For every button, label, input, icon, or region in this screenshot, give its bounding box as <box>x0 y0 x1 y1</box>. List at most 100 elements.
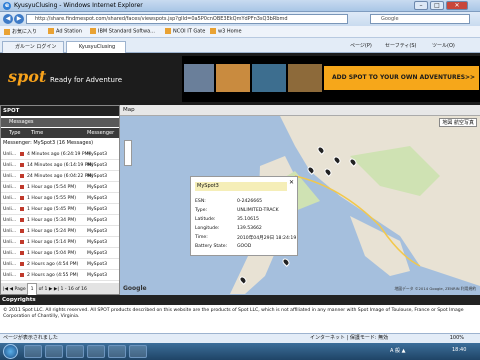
safety-menu[interactable]: セーフティ(S) <box>385 42 416 49</box>
taskbar-app[interactable] <box>66 345 84 358</box>
page-icon <box>165 28 171 34</box>
back-icon[interactable]: ◀ <box>3 14 13 24</box>
page-menu[interactable]: ページ(P) <box>350 42 372 49</box>
table-row[interactable]: Unli... 2 Hours ago (4:54 PM) MySpot3 <box>1 259 119 270</box>
status-icon <box>20 163 24 167</box>
status-icon <box>20 273 24 277</box>
row-messenger: MySpot3 <box>87 229 108 234</box>
popup-value: 35.10615 <box>237 217 259 222</box>
status-icon <box>20 185 24 189</box>
favorite-link[interactable]: IBM Standard Softwa... <box>90 28 155 35</box>
row-messenger: MySpot3 <box>87 273 108 278</box>
table-row[interactable]: Unli... 1 Hour ago (5:34 PM) MySpot3 <box>1 215 119 226</box>
first-page-icon[interactable]: |◀ ◀ <box>3 287 13 292</box>
status-icon <box>20 174 24 178</box>
row-time: 1 Hour ago (5:04 PM) <box>27 251 77 256</box>
tab-kyusyuclusing[interactable]: KyusyuClusing <box>66 41 126 53</box>
ad-photo <box>252 64 286 92</box>
info-popup: ✕ MySpot3 ESN: 0-2426665 Type: UNLIMITED… <box>190 176 298 256</box>
map-terms[interactable]: 地図データ ©2014 Google, ZENRIN 利用規約 <box>395 286 477 292</box>
group-header[interactable]: Messenger: MySpot3 (16 Messages) <box>1 139 119 148</box>
favorite-link[interactable]: NCOI IT Gate <box>165 28 205 35</box>
taskbar-app[interactable] <box>129 345 147 358</box>
map-zoom-control[interactable] <box>124 140 132 166</box>
zone-text: インターネット | 保護モード: 無効 <box>310 335 389 341</box>
search-input[interactable]: Google <box>370 14 470 24</box>
zoom-level[interactable]: 100% <box>450 335 464 341</box>
row-type: Unli... <box>3 163 17 168</box>
status-icon <box>20 196 24 200</box>
row-time: 1 Hour ago (5:34 PM) <box>27 218 77 223</box>
table-row[interactable]: Unli... 4 Minutes ago (6:24:19 PM) MySpot3 <box>1 149 119 160</box>
table-row[interactable]: Unli... 1 Hour ago (5:24 PM) MySpot3 <box>1 226 119 237</box>
panel-title: SPOT <box>1 106 119 116</box>
popup-label: Latitude: <box>195 217 216 222</box>
status-bar: ページが表示されました インターネット | 保護モード: 無効 100% <box>0 333 480 343</box>
row-time: 1 Hour ago (5:55 PM) <box>27 196 77 201</box>
row-messenger: MySpot3 <box>87 174 108 179</box>
favorites-bar: お気に入り Ad Station IBM Standard Softwa... … <box>0 26 480 38</box>
tools-menu[interactable]: ツール(O) <box>432 42 455 49</box>
taskbar-app[interactable] <box>45 345 63 358</box>
col-time[interactable]: Time <box>31 130 43 136</box>
close-button[interactable]: ✕ <box>446 1 468 10</box>
row-messenger: MySpot3 <box>87 196 108 201</box>
title-bar: e KyusyuClusing - Windows Internet Explo… <box>0 0 480 12</box>
map-header: Map <box>120 105 480 116</box>
row-time: 1 Hour ago (5:14 PM) <box>27 240 77 245</box>
table-row[interactable]: Unli... 24 Minutes ago (6:04:22 PM) MySpot… <box>1 171 119 182</box>
row-time: 1 Hour ago (5:54 PM) <box>27 185 77 190</box>
row-type: Unli... <box>3 273 17 278</box>
table-row[interactable]: Unli... 1 Hour ago (5:04 PM) MySpot3 <box>1 248 119 259</box>
map-view[interactable]: 地図 航空写真 ✕ MySpot3 ESN: 0-2426665 Type: U… <box>120 116 480 295</box>
table-row[interactable]: Unli... 14 Minutes ago (6:14:19 PM) MySpot… <box>1 160 119 171</box>
row-time: 14 Minutes ago (6:14:19 PM) <box>27 163 94 168</box>
status-icon <box>20 240 24 244</box>
taskbar-app[interactable] <box>24 345 42 358</box>
row-messenger: MySpot3 <box>87 240 108 245</box>
messages-label: Messages <box>1 118 119 127</box>
row-type: Unli... <box>3 196 17 201</box>
row-messenger: MySpot3 <box>87 152 108 157</box>
table-row[interactable]: Unli... 1 Hour ago (5:45 PM) MySpot3 <box>1 204 119 215</box>
tab-garoon[interactable]: ガルーン ログイン <box>2 41 64 53</box>
favorite-link[interactable]: w3 Home <box>210 28 242 35</box>
spot-logo[interactable]: spot <box>8 67 46 86</box>
table-row[interactable]: Unli... 1 Hour ago (5:54 PM) MySpot3 <box>1 182 119 193</box>
row-messenger: MySpot3 <box>87 207 108 212</box>
row-time: 4 Minutes ago (6:24:19 PM) <box>27 152 91 157</box>
taskbar-app[interactable] <box>108 345 126 358</box>
table-row[interactable]: Unli... 1 Hour ago (5:55 PM) MySpot3 <box>1 193 119 204</box>
status-icon <box>20 229 24 233</box>
col-type[interactable]: Type <box>9 130 20 136</box>
row-time: 2 Hours ago (4:54 PM) <box>27 262 79 267</box>
row-type: Unli... <box>3 240 17 245</box>
start-button[interactable] <box>3 344 18 359</box>
table-row[interactable]: Unli... 2 Hours ago (4:55 PM) MySpot3 <box>1 270 119 281</box>
clock[interactable]: 18:40 <box>452 347 466 353</box>
ie-icon: e <box>3 2 11 10</box>
taskbar-app[interactable] <box>87 345 105 358</box>
forward-icon[interactable]: ▶ <box>14 14 24 24</box>
table-row[interactable]: Unli... 1 Hour ago (5:14 PM) MySpot3 <box>1 237 119 248</box>
col-messenger[interactable]: Messenger <box>87 130 114 136</box>
popup-close-icon[interactable]: ✕ <box>289 179 294 186</box>
minimize-button[interactable]: – <box>414 1 428 10</box>
popup-value: 0-2426665 <box>237 199 263 204</box>
spot-banner: spot Ready for Adventure ADD SPOT TO YOU… <box>0 53 480 105</box>
ad-text[interactable]: ADD SPOT TO YOUR OWN ADVENTURES>> <box>332 74 475 81</box>
maximize-button[interactable]: □ <box>430 1 444 10</box>
row-type: Unli... <box>3 251 17 256</box>
row-type: Unli... <box>3 185 17 190</box>
ad-banner[interactable]: ADD SPOT TO YOUR OWN ADVENTURES>> <box>182 56 480 102</box>
address-field[interactable]: http://share.findmespot.com/shared/faces… <box>26 14 348 24</box>
popup-value: GOOD <box>237 244 252 249</box>
popup-label: Longitude: <box>195 226 220 231</box>
next-page-icon[interactable]: ▶ ▶| <box>49 287 59 292</box>
page-range: 1 - 16 of 16 <box>60 287 87 292</box>
system-tray[interactable]: A 般 ▲ <box>390 347 405 354</box>
map-type-toggle[interactable]: 地図 航空写真 <box>439 118 477 127</box>
favorite-link[interactable]: Ad Station <box>48 28 82 35</box>
popup-label: Battery State: <box>195 244 228 249</box>
favorites-button[interactable]: お気に入り <box>4 28 37 35</box>
